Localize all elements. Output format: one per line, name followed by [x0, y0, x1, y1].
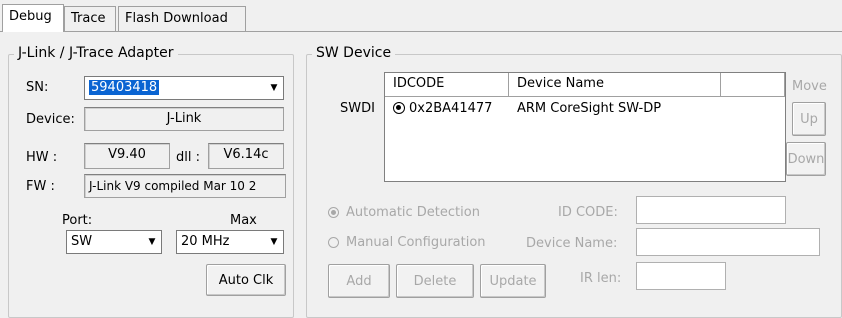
dll-field: V6.14c — [208, 143, 284, 169]
chevron-down-icon: ▼ — [148, 237, 156, 247]
column-header-idcode[interactable]: IDCODE — [385, 73, 509, 97]
adapter-group-title: J-Link / J-Trace Adapter — [14, 44, 178, 62]
max-label: Max — [230, 213, 257, 228]
automatic-detection-label: Automatic Detection — [346, 205, 480, 220]
column-header-empty — [721, 73, 785, 97]
sn-label: SN: — [26, 80, 49, 95]
fw-label: FW : — [26, 179, 55, 194]
ir-len-label: IR len: — [580, 271, 622, 286]
port-value: SW — [71, 234, 93, 249]
table-row[interactable]: 0x2BA41477 ARM CoreSight SW-DP — [385, 99, 785, 121]
automatic-detection-radio[interactable]: Automatic Detection — [328, 204, 518, 222]
add-button[interactable]: Add — [328, 264, 390, 298]
radio-selected-icon — [393, 102, 405, 114]
device-name-input[interactable] — [636, 228, 820, 256]
id-code-label: ID CODE: — [558, 205, 618, 220]
device-field: J-Link — [84, 107, 284, 131]
port-label: Port: — [62, 213, 93, 228]
swdi-label: SWDI — [340, 101, 375, 116]
id-code-input[interactable] — [636, 196, 786, 224]
column-header-device-name[interactable]: Device Name — [509, 73, 721, 97]
radio-selected-icon — [328, 207, 339, 218]
max-clock-value: 20 MHz — [181, 234, 230, 249]
chevron-down-icon: ▼ — [270, 83, 278, 93]
move-down-button[interactable]: Down — [786, 142, 826, 176]
update-button[interactable]: Update — [480, 264, 546, 298]
device-label: Device: — [26, 112, 75, 127]
row-device-name: ARM CoreSight SW-DP — [517, 101, 662, 116]
move-label: Move — [792, 79, 827, 94]
manual-configuration-radio[interactable]: Manual Configuration — [328, 234, 518, 252]
row-idcode: 0x2BA41477 — [409, 101, 493, 116]
manual-configuration-label: Manual Configuration — [346, 235, 486, 250]
tab-flash-download[interactable]: Flash Download — [118, 6, 246, 32]
tab-debug[interactable]: Debug — [2, 4, 64, 32]
max-clock-select[interactable]: 20 MHz ▼ — [176, 230, 284, 254]
radio-unselected-icon — [328, 237, 339, 248]
device-name-label: Device Name: — [526, 236, 618, 251]
tab-divider — [0, 31, 842, 32]
sn-select[interactable]: 59403418 ▼ — [84, 76, 284, 100]
chevron-down-icon: ▼ — [270, 237, 278, 247]
delete-button[interactable]: Delete — [396, 264, 474, 298]
sw-device-group-title: SW Device — [312, 44, 396, 62]
dll-label: dll : — [176, 150, 200, 165]
move-up-button[interactable]: Up — [792, 102, 826, 136]
auto-clk-button[interactable]: Auto Clk — [206, 264, 286, 296]
device-list[interactable]: IDCODE Device Name 0x2BA41477 ARM CoreSi… — [384, 72, 786, 182]
hw-field: V9.40 — [84, 143, 170, 169]
tab-trace[interactable]: Trace — [64, 6, 116, 32]
ir-len-input[interactable] — [636, 262, 726, 290]
sn-value: 59403418 — [89, 80, 160, 95]
port-select[interactable]: SW ▼ — [66, 230, 162, 254]
hw-label: HW : — [26, 150, 58, 165]
fw-field: J-Link V9 compiled Mar 10 2 — [84, 174, 286, 198]
